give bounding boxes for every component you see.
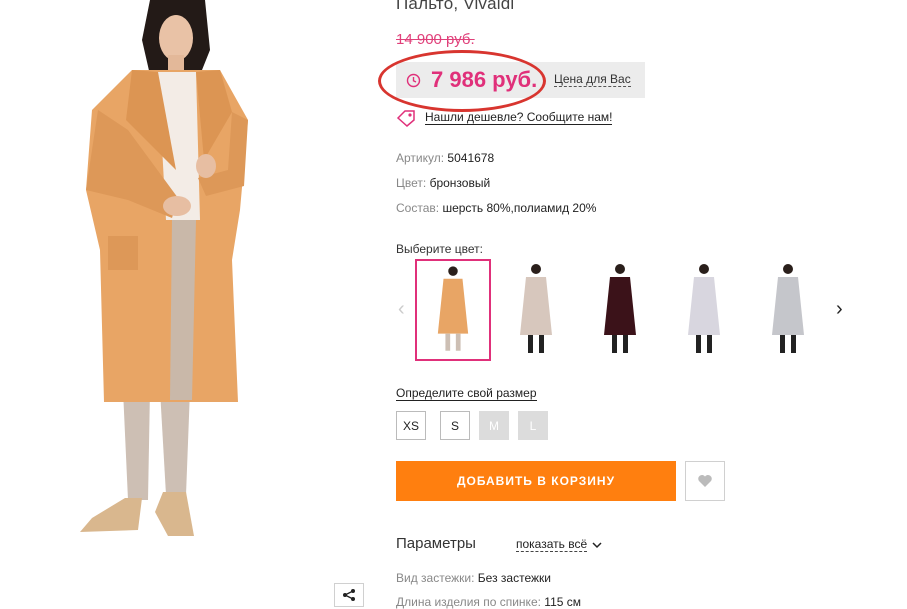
color-swatch[interactable] [582, 259, 658, 361]
swatch-image [772, 264, 804, 353]
add-to-cart-button[interactable]: ДОБАВИТЬ В КОРЗИНУ [396, 461, 676, 501]
attribute-article: Артикул: 5041678 [396, 151, 494, 165]
main-product-photo[interactable] [0, 0, 330, 564]
share-button[interactable] [334, 583, 364, 607]
share-icon [343, 589, 355, 601]
swatch-image [520, 264, 552, 353]
attribute-value: 5041678 [447, 151, 495, 165]
favorite-button[interactable] [685, 461, 725, 501]
tag-icon [396, 110, 415, 127]
attribute-value: шерсть 80%,полиамид 20% [442, 201, 597, 215]
color-swatch[interactable] [750, 259, 826, 361]
color-picker-label: Выберите цвет: [396, 242, 484, 256]
param-key: Вид застежки: [396, 571, 475, 585]
size-option-xs[interactable]: XS [396, 411, 426, 440]
param-key: Длина изделия по спинке: [396, 595, 541, 609]
found-cheaper-link[interactable]: Нашли дешевле? Сообщите нам! [396, 108, 613, 128]
size-option-s[interactable]: S [440, 411, 470, 440]
param-row: Длина изделия по спинке: 115 см [396, 595, 581, 609]
param-value: Без застежки [477, 571, 551, 585]
chevron-left-icon[interactable]: ‹ [398, 298, 405, 321]
params-title: Параметры [396, 535, 476, 552]
attribute-value: бронзовый [429, 176, 491, 190]
attribute-key: Артикул: [396, 151, 445, 165]
color-swatch[interactable] [666, 259, 742, 361]
param-row: Вид застежки: Без застежки [396, 571, 551, 585]
param-value: 115 см [544, 595, 582, 609]
price-highlight-circle [378, 50, 546, 112]
color-swatch[interactable] [415, 259, 491, 361]
show-all-label: показать всё [516, 537, 588, 552]
coat-model-image [80, 0, 248, 536]
swatch-image [604, 264, 636, 353]
size-guide-link[interactable]: Определите свой размер [396, 387, 537, 401]
attribute-key: Состав: [396, 201, 440, 215]
chevron-down-icon [592, 542, 602, 549]
attribute-composition: Состав: шерсть 80%,полиамид 20% [396, 201, 596, 215]
old-price: 14 900 руб. [396, 31, 475, 48]
color-swatch[interactable] [498, 259, 574, 361]
chevron-right-icon[interactable]: › [836, 298, 843, 321]
swatch-image [437, 266, 469, 351]
attribute-key: Цвет: [396, 176, 427, 190]
price-for-you-link[interactable]: Цена для Вас [554, 73, 631, 87]
size-option-m: M [479, 411, 509, 440]
color-carousel: ‹ › [396, 256, 876, 366]
swatch-image [688, 264, 720, 353]
found-cheaper-label: Нашли дешевле? Сообщите нам! [425, 110, 613, 125]
product-title: Пальто, Vivaldi [396, 0, 515, 13]
size-option-l: L [518, 411, 548, 440]
attribute-color: Цвет: бронзовый [396, 176, 490, 190]
heart-icon [698, 475, 712, 487]
show-all-link[interactable]: показать всё [516, 538, 603, 552]
